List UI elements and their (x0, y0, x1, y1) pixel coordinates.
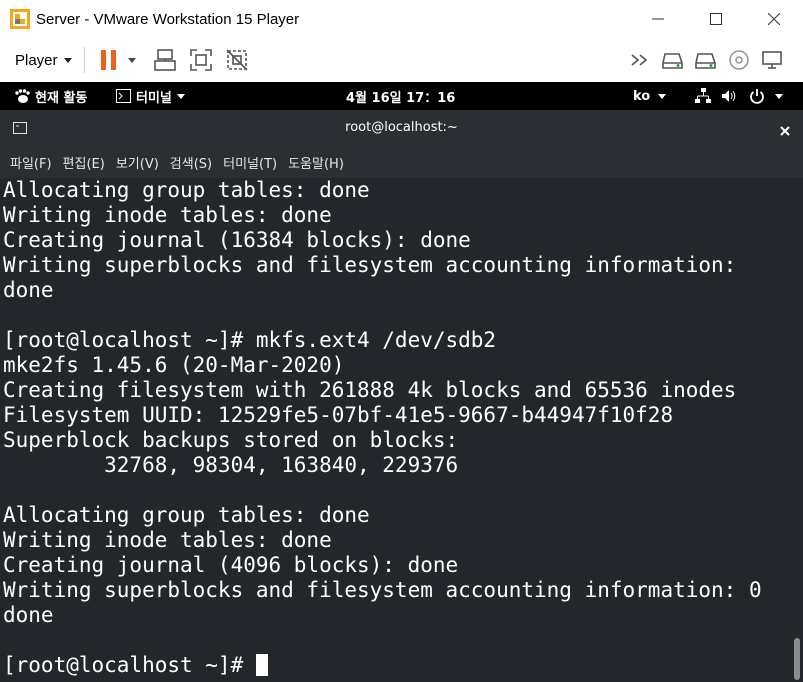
chevron-down-icon (658, 93, 667, 99)
fullscreen-icon (189, 49, 212, 71)
minimize-icon (652, 18, 664, 20)
vmware-toolbar: Player (0, 38, 803, 82)
input-language-menu[interactable]: ko (633, 82, 667, 110)
terminal-line: done (3, 278, 54, 302)
terminal-line: Allocating group tables: done (3, 503, 370, 527)
terminal-line: Writing inode tables: done (3, 203, 332, 227)
terminal-menubar: 파일(F) 편집(E) 보기(V) 검색(S) 터미널(T) 도움말(H) (0, 146, 803, 179)
network-icon (695, 88, 711, 103)
terminal-line: [root@localhost ~]# mkfs.ext4 /dev/sdb2 (3, 328, 497, 352)
system-status-menu[interactable] (695, 82, 783, 110)
app-menu-label: 터미널 (136, 90, 172, 106)
window-title: Server - VMware Workstation 15 Player (36, 10, 300, 28)
close-window-button[interactable] (745, 0, 803, 38)
double-chevron-icon (631, 54, 648, 66)
clock-label: 4월 16일 17：16 (346, 90, 456, 106)
power-icon (750, 89, 764, 104)
chevron-down-icon (127, 57, 136, 63)
minimize-button[interactable] (629, 0, 687, 38)
terminal-line: Superblock backups stored on blocks: (3, 428, 459, 452)
close-icon (780, 126, 790, 136)
terminal-icon (116, 89, 131, 103)
terminal-line: Writing superblocks and filesystem accou… (3, 253, 737, 277)
close-icon (768, 13, 780, 25)
terminal-line: Creating journal (4096 blocks): done (3, 553, 459, 577)
hard-disk-icon (695, 53, 716, 69)
terminal-prompt: [root@localhost ~]# (3, 653, 256, 677)
menu-file[interactable]: 파일(F) (10, 153, 52, 172)
terminal-title: root@localhost:~ (345, 120, 458, 135)
hard-disk-2-button[interactable] (694, 48, 718, 72)
terminal-line: Writing superblocks and filesystem accou… (3, 578, 762, 602)
activities-button[interactable]: 현재 활동 (14, 82, 87, 110)
chevron-down-icon (775, 93, 783, 99)
send-ctrl-alt-del-icon (153, 49, 176, 71)
terminal-line: Writing inode tables: done (3, 528, 332, 552)
gnome-foot-icon (15, 89, 30, 103)
toolbar-divider (83, 47, 85, 73)
cd-rom-icon (729, 50, 749, 70)
language-label: ko (633, 88, 651, 104)
menu-search[interactable]: 검색(S) (170, 153, 212, 172)
terminal-line: Creating journal (16384 blocks): done (3, 228, 471, 252)
window-title-bar: Server - VMware Workstation 15 Player (0, 0, 803, 38)
activities-label: 현재 활동 (35, 90, 88, 106)
maximize-icon (710, 13, 722, 25)
cd-rom-button[interactable] (727, 48, 751, 72)
terminal-line: mke2fs 1.45.6 (20-Mar-2020) (3, 353, 345, 377)
unity-button[interactable] (225, 48, 249, 72)
volume-icon (722, 90, 736, 102)
vmware-logo-icon (10, 9, 30, 29)
menu-view[interactable]: 보기(V) (116, 153, 159, 172)
menu-terminal[interactable]: 터미널(T) (223, 153, 277, 172)
menu-help[interactable]: 도움말(H) (288, 153, 344, 172)
gnome-top-bar: 현재 활동 터미널 4월 16일 17：16 ko (0, 82, 803, 110)
terminal-header-bar: root@localhost:~ (0, 110, 803, 146)
terminal-line: Allocating group tables: done (3, 178, 370, 202)
pause-button[interactable] (97, 48, 121, 72)
hard-disk-icon (662, 53, 683, 69)
pause-dropdown-button[interactable] (125, 48, 139, 72)
terminal-cursor (255, 653, 268, 676)
pause-icon (100, 50, 116, 70)
clock[interactable]: 4월 16일 17：16 (346, 82, 455, 110)
usb-device-icon (762, 51, 782, 69)
terminal-line: 32768, 98304, 163840, 229376 (3, 453, 459, 477)
terminal-prompt-line[interactable]: [root@localhost ~]# (3, 653, 268, 678)
player-menu-label: Player (15, 51, 58, 69)
maximize-button[interactable] (687, 0, 745, 38)
unity-icon (225, 49, 248, 71)
terminal-line: done (3, 603, 54, 627)
terminal-line: Filesystem UUID: 12529fe5-07bf-41e5-9667… (3, 403, 674, 427)
usb-device-button[interactable] (760, 48, 784, 72)
player-menu-button[interactable]: Player (15, 52, 72, 69)
close-terminal-button[interactable] (779, 122, 791, 136)
hard-disk-1-button[interactable] (661, 48, 685, 72)
menu-edit[interactable]: 편집(E) (63, 153, 105, 172)
more-devices-button[interactable] (628, 48, 652, 72)
fullscreen-button[interactable] (189, 48, 213, 72)
chevron-down-icon (63, 57, 72, 63)
app-menu-button[interactable]: 터미널 (116, 82, 185, 110)
terminal-line: Creating filesystem with 261888 4k block… (3, 378, 737, 402)
terminal-output[interactable]: Allocating group tables: done Writing in… (0, 178, 803, 682)
terminal-scrollbar[interactable] (794, 638, 800, 680)
chevron-down-icon (176, 93, 185, 99)
send-ctrl-alt-del-button[interactable] (153, 48, 177, 72)
